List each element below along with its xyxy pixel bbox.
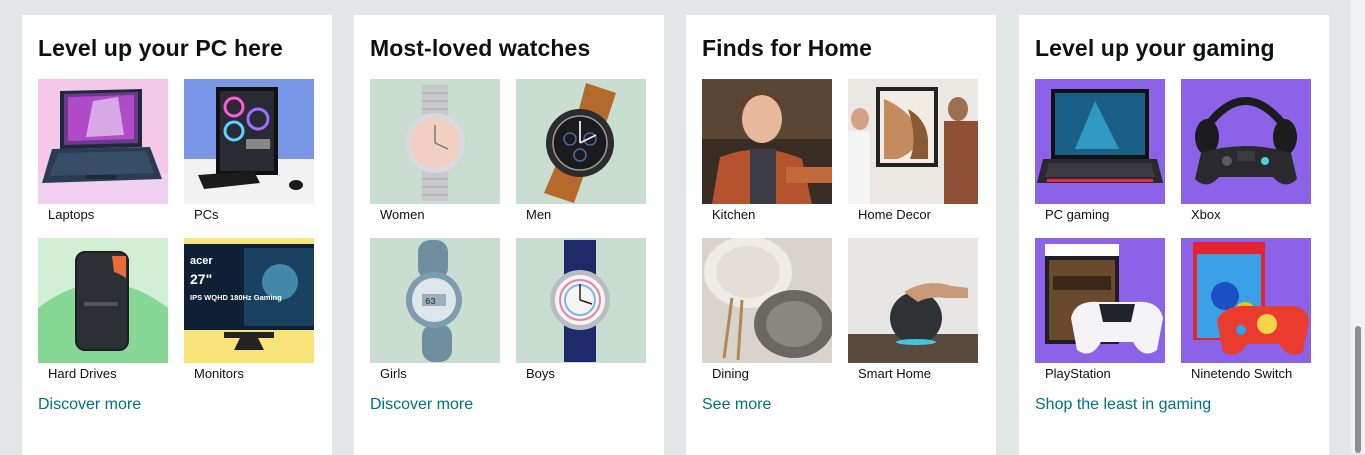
- tile-label: Dining: [712, 366, 749, 381]
- see-more-link[interactable]: See more: [702, 396, 771, 414]
- smart-speaker-icon: [848, 238, 978, 363]
- tile-laptops[interactable]: Laptops: [38, 79, 168, 222]
- tile-label: PCs: [194, 207, 219, 222]
- tile-smart-home[interactable]: Smart Home: [848, 238, 978, 381]
- tile-women[interactable]: Women: [370, 79, 500, 222]
- monitor-size: 27": [190, 271, 212, 287]
- boys-watch-icon: [516, 238, 646, 363]
- monitor-brand: acer: [190, 255, 213, 267]
- desktop-pc-icon: [184, 79, 314, 204]
- tile-playstation[interactable]: PlayStation: [1035, 238, 1165, 381]
- card-title: Level up your PC here: [38, 35, 283, 61]
- switch-bundle-icon: [1181, 238, 1311, 363]
- tile-men[interactable]: Men: [516, 79, 646, 222]
- tile-monitors[interactable]: acer 27" IPS WQHD 180Hz Gaming Monitors: [184, 238, 314, 381]
- playstation-bundle-icon: [1035, 238, 1165, 363]
- tile-pcs[interactable]: PCs: [184, 79, 314, 222]
- tile-xbox[interactable]: Xbox: [1181, 79, 1311, 222]
- card-pc: Level up your PC here Laptops PCs Hard D…: [22, 15, 332, 455]
- monitor-spec: IPS WQHD 180Hz Gaming: [190, 293, 282, 302]
- card-watches: Most-loved watches Women Men 63 Girls Bo…: [354, 15, 664, 455]
- hard-drive-icon: [38, 238, 168, 363]
- tile-label: Women: [380, 207, 425, 222]
- monitor-icon: acer 27" IPS WQHD 180Hz Gaming: [184, 238, 314, 363]
- xbox-controller-headset-icon: [1181, 79, 1311, 204]
- card-title: Most-loved watches: [370, 35, 591, 61]
- card-row: Level up your PC here Laptops PCs Hard D…: [0, 0, 1365, 455]
- tile-label: Home Decor: [858, 207, 931, 222]
- tile-girls[interactable]: 63 Girls: [370, 238, 500, 381]
- tile-label: Hard Drives: [48, 366, 117, 381]
- svg-text:63: 63: [425, 297, 436, 307]
- tile-home-decor[interactable]: Home Decor: [848, 79, 978, 222]
- girls-watch-icon: 63: [370, 238, 500, 363]
- tile-label: Xbox: [1191, 207, 1221, 222]
- laptop-icon: [38, 79, 168, 204]
- discover-more-link[interactable]: Discover more: [38, 396, 141, 414]
- tile-hard-drives[interactable]: Hard Drives: [38, 238, 168, 381]
- tile-label: Ninetendo Switch: [1191, 366, 1293, 381]
- tile-dining[interactable]: Dining: [702, 238, 832, 381]
- tile-label: Girls: [380, 366, 407, 381]
- page-scrollbar[interactable]: [1351, 0, 1365, 453]
- tile-label: PC gaming: [1045, 207, 1110, 222]
- shop-gaming-link[interactable]: Shop the least in gaming: [1035, 396, 1211, 414]
- tile-label: Kitchen: [712, 207, 756, 222]
- card-home: Finds for Home Kitchen Home Decor Dining…: [686, 15, 996, 455]
- tile-label: PlayStation: [1045, 366, 1111, 381]
- tile-label: Monitors: [194, 366, 244, 381]
- tile-kitchen[interactable]: Kitchen: [702, 79, 832, 222]
- wall-art-icon: [848, 79, 978, 204]
- tile-label: Boys: [526, 366, 555, 381]
- tile-label: Smart Home: [858, 366, 931, 381]
- tile-nintendo-switch[interactable]: Ninetendo Switch: [1181, 238, 1311, 381]
- tile-boys[interactable]: Boys: [516, 238, 646, 381]
- mens-watch-icon: [516, 79, 646, 204]
- card-gaming: Level up your gaming PC gaming Xbox Play…: [1019, 15, 1329, 455]
- womens-watch-icon: [370, 79, 500, 204]
- dining-plates-icon: [702, 238, 832, 363]
- card-title: Level up your gaming: [1035, 35, 1275, 61]
- kitchen-icon: [702, 79, 832, 204]
- gaming-laptop-icon: [1035, 79, 1165, 204]
- tile-label: Laptops: [48, 207, 95, 222]
- discover-more-link[interactable]: Discover more: [370, 396, 473, 414]
- tile-pc-gaming[interactable]: PC gaming: [1035, 79, 1165, 222]
- scrollbar-thumb[interactable]: [1355, 326, 1361, 453]
- card-title: Finds for Home: [702, 35, 873, 61]
- tile-label: Men: [526, 207, 552, 222]
